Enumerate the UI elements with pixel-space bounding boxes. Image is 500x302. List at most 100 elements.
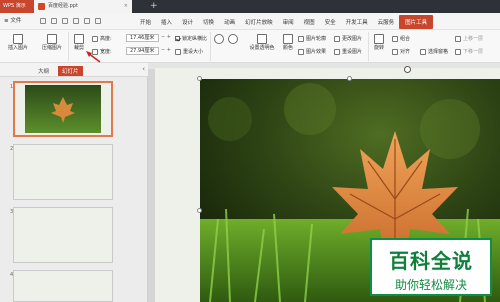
align-icon xyxy=(392,48,398,55)
picture-effect-button[interactable]: 图片效果 xyxy=(298,48,326,55)
menu-item[interactable]: 视图 xyxy=(299,18,320,26)
preview-icon[interactable] xyxy=(73,18,79,24)
group-icon xyxy=(392,35,398,42)
open-icon[interactable] xyxy=(51,18,57,24)
send-backward-button[interactable]: 下移一层 xyxy=(455,48,483,55)
height-stepper[interactable]: − + xyxy=(161,34,171,40)
picture-effect-label: 图片效果 xyxy=(306,49,327,55)
slide-thumbnail-image xyxy=(25,85,101,133)
annotation-arrow xyxy=(86,51,101,63)
panel-tabs: 大纲 幻灯片 ‹ xyxy=(0,63,148,77)
insert-picture-label: 插入图片 xyxy=(7,45,28,51)
close-tab-icon[interactable]: × xyxy=(124,0,128,13)
slide-thumbnail-2[interactable] xyxy=(13,144,113,200)
reset-picture-label: 重设图片 xyxy=(342,49,363,55)
crop-icon xyxy=(74,34,84,44)
resize-handle-left[interactable] xyxy=(197,208,202,213)
height-label: 高度: xyxy=(92,35,112,42)
picture-outline-button[interactable]: 图片轮廓 xyxy=(298,35,326,42)
tab-slides[interactable]: 幻灯片 xyxy=(58,66,83,76)
rotate-label: 旋转 xyxy=(373,45,384,51)
divider xyxy=(68,32,69,61)
slide-thumbnail-3[interactable] xyxy=(13,207,113,263)
insert-picture-button[interactable]: 插入图片 xyxy=(4,34,32,51)
menu-bar: ≡ 文件 开始 插入 设计 切换 动画 幻灯片放映 审阅 视图 安全 开发工具 云服务 图片工具 xyxy=(0,13,500,30)
print-icon[interactable] xyxy=(62,18,68,24)
menu-item[interactable]: 安全 xyxy=(320,18,341,26)
ppt-file-icon xyxy=(38,3,45,10)
height-icon xyxy=(92,35,98,42)
bring-forward-icon xyxy=(455,35,461,42)
reset-picture-button[interactable]: 重设图片 xyxy=(334,48,362,55)
shadow-effect-icon xyxy=(228,34,238,44)
undo-icon[interactable] xyxy=(84,18,90,24)
menu-item[interactable]: 幻灯片放映 xyxy=(240,18,278,26)
menu-item[interactable]: 开始 xyxy=(135,18,156,26)
watermark-title: 百科全说 xyxy=(389,249,473,273)
group-label: 组合 xyxy=(400,36,411,42)
effect-button-2[interactable] xyxy=(228,34,238,44)
ribbon-toolbar: 插入图片 压缩图片 裁剪 高度: 17.46厘米 − + 宽度: 27.94厘米… xyxy=(0,30,500,63)
reset-size-button[interactable]: 重设大小 xyxy=(175,48,203,55)
slide-thumbnail-1[interactable] xyxy=(13,81,113,137)
bring-forward-label: 上移一层 xyxy=(463,36,484,42)
align-button[interactable]: 对齐 xyxy=(392,48,410,55)
new-tab-button[interactable]: + xyxy=(150,0,158,12)
effect-icon xyxy=(298,48,304,55)
resize-handle-top[interactable] xyxy=(347,76,352,81)
collapse-panel-icon[interactable]: ‹ xyxy=(142,65,145,73)
lock-ratio-label: 锁定纵横比 xyxy=(182,36,208,42)
quick-access-toolbar xyxy=(40,18,101,24)
group-button[interactable]: 组合 xyxy=(392,35,410,42)
slide-panel: 大纲 幻灯片 ‹ 1 2 3 4 xyxy=(0,63,148,302)
effect-button-1[interactable] xyxy=(214,34,224,44)
app-tab[interactable]: WPS 演示 xyxy=(0,0,34,13)
slide-thumbnail-4[interactable] xyxy=(13,270,113,302)
save-icon[interactable] xyxy=(40,18,46,24)
rotate-handle[interactable] xyxy=(404,66,411,73)
set-transparent-label: 设置透明色 xyxy=(249,45,275,51)
color-button[interactable]: 颜色 xyxy=(280,34,296,51)
bring-forward-button[interactable]: 上移一层 xyxy=(455,35,483,42)
menu-item[interactable]: 设计 xyxy=(177,18,198,26)
change-picture-button[interactable]: 更改图片 xyxy=(334,35,362,42)
set-transparent-button[interactable]: 设置透明色 xyxy=(244,34,280,51)
reset-picture-icon xyxy=(334,48,340,55)
file-menu-button[interactable]: ≡ 文件 xyxy=(1,15,35,28)
color-icon xyxy=(283,34,293,44)
change-picture-icon xyxy=(334,35,340,42)
width-stepper[interactable]: − + xyxy=(161,47,171,53)
menu-item[interactable]: 开发工具 xyxy=(341,18,373,26)
tab-outline[interactable]: 大纲 xyxy=(38,67,49,75)
select-pane-button[interactable]: 选择窗格 xyxy=(420,48,448,55)
crop-button[interactable]: 裁剪 xyxy=(70,34,88,51)
menu-item[interactable]: 云服务 xyxy=(373,18,400,26)
lock-ratio-checkbox[interactable]: 锁定纵横比 xyxy=(175,35,207,42)
menu-item[interactable]: 动画 xyxy=(219,18,240,26)
resize-handle-top-left[interactable] xyxy=(197,76,202,81)
menu-item[interactable]: 插入 xyxy=(156,18,177,26)
divider xyxy=(210,32,211,61)
redo-icon[interactable] xyxy=(95,18,101,24)
picture-outline-label: 图片轮廓 xyxy=(306,36,327,42)
checkbox-icon xyxy=(175,36,180,41)
align-label: 对齐 xyxy=(400,49,411,55)
menu-item[interactable]: 切换 xyxy=(198,18,219,26)
document-tab[interactable]: 百度经验.ppt × xyxy=(34,0,132,13)
compress-icon xyxy=(47,34,57,44)
rotate-button[interactable]: 旋转 xyxy=(371,34,387,51)
compress-picture-button[interactable]: 压缩图片 xyxy=(38,34,66,51)
send-backward-icon xyxy=(455,48,461,55)
select-pane-icon xyxy=(420,48,426,55)
change-picture-label: 更改图片 xyxy=(342,36,363,42)
watermark-logo: 百科全说 助你轻松解决 xyxy=(370,238,492,296)
width-input[interactable]: 27.94厘米 xyxy=(126,47,159,55)
circle-effect-icon xyxy=(214,34,224,44)
menu-item[interactable]: 图片工具 xyxy=(399,14,434,29)
title-bar: WPS 演示 百度经验.ppt × + xyxy=(0,0,500,13)
watermark-subtitle: 助你轻松解决 xyxy=(394,278,467,292)
menu-item[interactable]: 审阅 xyxy=(278,18,299,26)
divider xyxy=(368,32,369,61)
send-backward-label: 下移一层 xyxy=(463,49,484,55)
height-input[interactable]: 17.46厘米 xyxy=(126,34,159,42)
